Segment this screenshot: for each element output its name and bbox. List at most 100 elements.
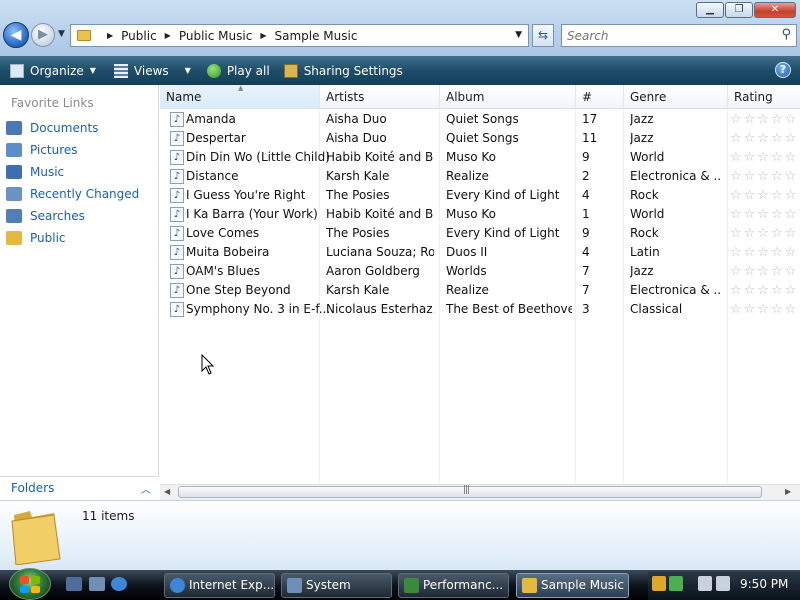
scroll-left-icon[interactable]: ◀	[164, 487, 170, 496]
table-row[interactable]: ♪ Despertar Aisha Duo Quiet Songs 11 Jazz ☆☆☆☆…	[160, 129, 800, 148]
music-file-icon: ♪	[170, 169, 184, 184]
sidebar-item-label: Recently Changed	[30, 187, 140, 201]
close-button[interactable]: ✕	[754, 2, 796, 18]
cell-album: Realize	[446, 169, 489, 183]
ie-quicklaunch-icon[interactable]	[111, 577, 127, 591]
cell-artist: Habib Koité and B...	[326, 207, 434, 221]
cell-album: Every Kind of Light	[446, 188, 560, 202]
rating-stars-icon[interactable]: ☆☆☆☆☆	[730, 167, 798, 186]
breadcrumb-arrow-icon[interactable]: ▶	[260, 31, 266, 40]
table-row[interactable]: ♪ I Guess You're Right The Posies Every Kin…	[160, 186, 800, 205]
address-dropdown-icon[interactable]: ▼	[515, 30, 522, 40]
sidebar-item-searches[interactable]: Searches	[6, 206, 85, 226]
sidebar-item-recently-changed[interactable]: Recently Changed	[6, 184, 139, 204]
task-performance[interactable]: Performanc...	[398, 573, 509, 598]
play-all-button[interactable]: Play all	[201, 56, 276, 85]
table-row[interactable]: ♪ OAM's Blues Aaron Goldberg Worlds 7 Jazz ☆☆☆…	[160, 262, 800, 281]
task-internet-explorer[interactable]: Internet Exp...	[164, 573, 275, 598]
table-row[interactable]: ♪ Love Comes The Posies Every Kind of Light…	[160, 224, 800, 243]
cell-name: Amanda	[186, 112, 236, 126]
sidebar-item-public[interactable]: Public	[6, 228, 66, 248]
back-button[interactable]: ◀	[3, 22, 29, 48]
column-header-album[interactable]: Album	[440, 85, 576, 109]
rating-stars-icon[interactable]: ☆☆☆☆☆	[730, 224, 798, 243]
table-row[interactable]: ♪ I Ka Barra (Your Work) Habib Koité and B…	[160, 205, 800, 224]
sidebar-item-documents[interactable]: Documents	[6, 118, 98, 138]
recent-icon	[6, 187, 22, 201]
favorite-links-heading: Favorite Links	[11, 96, 94, 110]
network-icon[interactable]	[669, 576, 683, 591]
column-header-number[interactable]: #	[576, 85, 624, 109]
display-icon[interactable]	[698, 576, 712, 591]
sort-ascending-icon: ▲	[238, 84, 244, 92]
chevron-up-icon[interactable]: ︿	[141, 481, 151, 496]
security-shield-icon[interactable]	[652, 576, 666, 591]
task-system[interactable]: System	[281, 573, 392, 598]
organize-button[interactable]: Organize ▼	[4, 56, 102, 85]
cell-genre: Rock	[630, 226, 659, 240]
search-input[interactable]	[562, 25, 762, 46]
music-file-icon: ♪	[170, 207, 184, 222]
maximize-button[interactable]: ❐	[725, 2, 753, 18]
volume-muted-icon[interactable]	[716, 576, 730, 591]
folders-toggle[interactable]: Folders ︿	[0, 476, 159, 499]
recent-pages-dropdown-icon[interactable]: ▼	[58, 29, 65, 39]
sharing-icon	[283, 63, 298, 78]
sidebar-item-pictures[interactable]: Pictures	[6, 140, 78, 160]
cell-num: 7	[582, 264, 590, 278]
cell-name: Despertar	[186, 131, 246, 145]
help-icon[interactable]: ?	[775, 62, 791, 78]
breadcrumb-arrow-icon[interactable]: ▶	[165, 31, 171, 40]
sidebar-item-label: Searches	[30, 209, 85, 223]
table-row[interactable]: ♪Muita Bobeira Luciana Souza; Ro... Duos I…	[160, 243, 800, 262]
table-row[interactable]: ♪ One Step Beyond Karsh Kale Realize 7 Electr…	[160, 281, 800, 300]
rating-stars-icon[interactable]: ☆☆☆☆☆	[730, 281, 798, 300]
task-label: Internet Exp...	[189, 578, 275, 592]
table-row[interactable]: ♪ Amanda Aisha Duo Quiet Songs 17 Jazz ☆☆☆☆☆	[160, 110, 800, 129]
table-row[interactable]: ♪ Din Din Wo (Little Child) Habib Koité an…	[160, 148, 800, 167]
table-row[interactable]: ♪ Symphony No. 3 in E-f... Nicolaus Esterh…	[160, 300, 800, 319]
scrollbar-thumb[interactable]	[178, 486, 762, 498]
breadcrumb: ▶ Public ▶ Public Music ▶ Sample Music	[99, 29, 357, 43]
rating-stars-icon[interactable]: ☆☆☆☆☆	[730, 205, 798, 224]
scroll-right-icon[interactable]: ▶	[785, 487, 791, 496]
breadcrumb-sample-music[interactable]: Sample Music	[274, 29, 357, 43]
column-header-rating[interactable]: Rating	[728, 85, 800, 109]
cell-genre: Latin	[630, 245, 660, 259]
column-header-genre[interactable]: Genre	[624, 85, 728, 109]
views-button[interactable]: Views ▼	[108, 56, 197, 85]
minimize-button[interactable]: ▁	[696, 2, 724, 18]
breadcrumb-public[interactable]: Public	[121, 29, 157, 43]
refresh-button[interactable]: ⇆	[532, 24, 554, 47]
rating-stars-icon[interactable]: ☆☆☆☆☆	[730, 300, 798, 319]
breadcrumb-arrow-icon[interactable]: ▶	[107, 31, 113, 40]
clock[interactable]: 9:50 PM	[740, 577, 788, 591]
rating-stars-icon[interactable]: ☆☆☆☆☆	[730, 262, 798, 281]
search-icon[interactable]: ⚲	[781, 27, 791, 42]
cell-album: The Best of Beethoven	[446, 302, 572, 316]
rating-stars-icon[interactable]: ☆☆☆☆☆	[730, 243, 798, 262]
sharing-settings-button[interactable]: Sharing Settings	[278, 56, 409, 85]
column-header-artists[interactable]: Artists	[320, 85, 440, 109]
address-bar[interactable]: ▶ Public ▶ Public Music ▶ Sample Music ▼	[70, 24, 529, 47]
rating-stars-icon[interactable]: ☆☆☆☆☆	[730, 129, 798, 148]
table-row[interactable]: ♪ Distance Karsh Kale Realize 2 Electronica &…	[160, 167, 800, 186]
rating-stars-icon[interactable]: ☆☆☆☆☆	[730, 186, 798, 205]
forward-button[interactable]: ▶	[31, 23, 55, 47]
cell-name: I Ka Barra (Your Work)	[186, 207, 318, 221]
cell-album: Muso Ko	[446, 150, 496, 164]
views-label: Views	[133, 63, 169, 78]
cell-num: 4	[582, 188, 590, 202]
switch-windows-icon[interactable]	[89, 577, 105, 591]
cell-album: Worlds	[446, 264, 487, 278]
music-file-icon: ♪	[170, 188, 184, 203]
show-desktop-icon[interactable]	[66, 577, 82, 591]
sidebar-item-music[interactable]: Music	[6, 162, 64, 182]
cell-name: I Guess You're Right	[186, 188, 306, 202]
rating-stars-icon[interactable]: ☆☆☆☆☆	[730, 148, 798, 167]
task-sample-music[interactable]: Sample Music	[516, 573, 629, 598]
cell-genre: Jazz	[630, 112, 654, 126]
rating-stars-icon[interactable]: ☆☆☆☆☆	[730, 110, 798, 129]
breadcrumb-public-music[interactable]: Public Music	[179, 29, 252, 43]
cell-num: 17	[582, 112, 598, 126]
